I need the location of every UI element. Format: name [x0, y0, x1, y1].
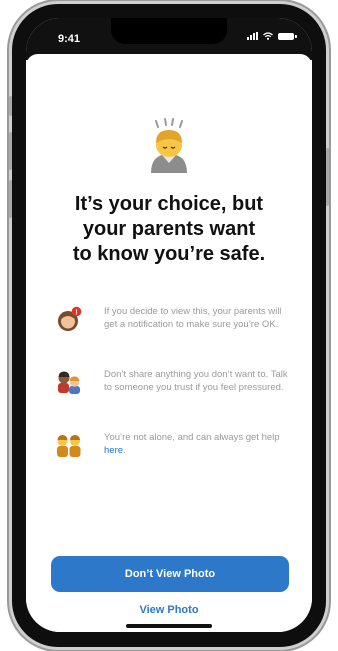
battery-icon	[278, 32, 297, 40]
home-indicator[interactable]	[126, 624, 212, 628]
info-text-dont-share: Don’t share anything you don’t want to. …	[104, 369, 288, 393]
girl-with-notification-badge-icon: !	[58, 306, 82, 331]
status-icons	[247, 32, 297, 40]
notch	[111, 18, 227, 44]
status-time: 9:41	[58, 33, 81, 45]
people-talking-icon	[58, 371, 80, 394]
communication-safety-sheet: It’s your choice, but your parents want …	[26, 54, 312, 632]
info-text-help-suffix: .	[123, 444, 126, 456]
wifi-icon	[263, 32, 273, 40]
headline: It’s your choice, but your parents want …	[38, 192, 300, 267]
headline-line-1: It’s your choice, but	[74, 193, 264, 215]
svg-text:!: !	[75, 309, 77, 316]
info-text-help-prefix: You’re not alone, and can always get hel…	[104, 432, 280, 443]
volume-up-button	[9, 132, 12, 170]
cellular-signal-icon	[247, 32, 258, 40]
family-icon	[57, 435, 81, 457]
volume-down-button	[9, 180, 12, 218]
help-link[interactable]: here	[104, 445, 123, 456]
view-photo-button[interactable]: View Photo	[119, 604, 219, 616]
headline-line-3: to know you’re safe.	[72, 243, 266, 265]
phone-screen: 9:41 It’s your choice, but your parents …	[26, 18, 312, 632]
person-bowing-icon	[151, 118, 187, 173]
mute-switch	[9, 96, 12, 116]
power-button	[326, 148, 329, 206]
info-text-help: You’re not alone, and can always get hel…	[104, 432, 294, 457]
info-text-notification: If you decide to view this, your parents…	[104, 306, 282, 330]
headline-line-2: your parents want	[82, 218, 256, 240]
dont-view-photo-button[interactable]: Don’t View Photo	[51, 556, 289, 592]
